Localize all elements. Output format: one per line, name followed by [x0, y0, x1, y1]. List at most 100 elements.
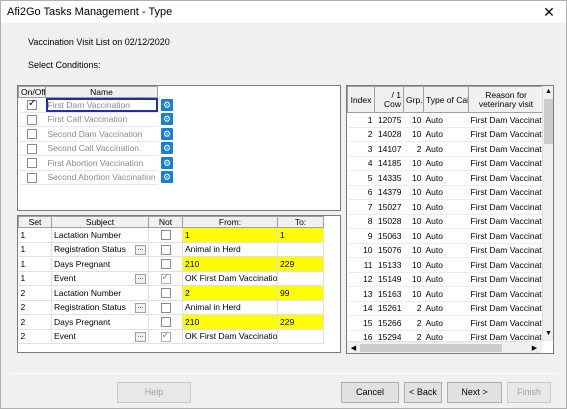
condition-checkbox[interactable]: [27, 129, 37, 140]
help-button[interactable]: Help: [117, 382, 191, 403]
to-value[interactable]: [277, 329, 324, 344]
not-checkbox[interactable]: [160, 230, 171, 241]
cancel-button[interactable]: Cancel: [341, 382, 399, 403]
table-row[interactable]: 15152662AutoFirst Dam Vaccination: [347, 315, 544, 331]
visit-cow: 15261: [374, 301, 404, 316]
from-value[interactable]: 210: [182, 314, 278, 330]
header-to: To:: [277, 216, 324, 228]
from-value[interactable]: OK First Dam Vaccination: [182, 271, 278, 286]
header-subject: Subject: [51, 216, 149, 228]
subject-row[interactable]: 1 Registration Status... Animal in Herd: [18, 242, 324, 257]
ellipsis-button[interactable]: ...: [135, 331, 146, 342]
table-row[interactable]: 61437910AutoFirst Dam Vaccination: [347, 185, 544, 200]
table-row[interactable]: 41418510AutoFirst Dam Vaccination: [347, 156, 544, 171]
scroll-thumb[interactable]: [544, 99, 553, 144]
subject-row[interactable]: 1Event... OK First Dam Vaccination: [18, 271, 324, 286]
condition-checkbox[interactable]: [27, 158, 37, 169]
table-row[interactable]: 21402810AutoFirst Dam Vaccination: [347, 127, 544, 142]
subject-name: Event: [54, 330, 76, 341]
to-value[interactable]: 229: [277, 256, 324, 272]
to-value[interactable]: [277, 271, 324, 286]
table-row[interactable]: 81502810AutoFirst Dam Vaccination: [347, 214, 544, 229]
header-type-of-call: Type of Call: [423, 86, 469, 113]
scroll-down-icon[interactable]: ▼: [543, 330, 553, 337]
ellipsis-button[interactable]: ...: [135, 273, 146, 284]
not-checkbox[interactable]: [160, 244, 171, 255]
vertical-scrollbar[interactable]: ▲ ▼: [542, 86, 553, 341]
subject-row[interactable]: 2 Registration Status... Animal in Herd: [18, 300, 324, 315]
table-row[interactable]: 3141072AutoFirst Dam Vaccination: [347, 141, 544, 157]
visit-index: 7: [347, 199, 375, 215]
finish-button[interactable]: Finish: [507, 382, 551, 403]
not-checkbox[interactable]: [160, 330, 171, 342]
table-row[interactable]: 101507610AutoFirst Dam Vaccination: [347, 243, 544, 258]
condition-checkbox[interactable]: [27, 98, 37, 111]
to-value[interactable]: 99: [277, 285, 324, 301]
table-row[interactable]: 131516310AutoFirst Dam Vaccination: [347, 286, 544, 302]
not-checkbox[interactable]: [160, 317, 171, 328]
gear-icon[interactable]: ⚙: [161, 98, 173, 111]
condition-checkbox[interactable]: [27, 143, 37, 154]
subject-row[interactable]: 2 Days Pregnant 210 229: [18, 314, 324, 330]
h-scroll-thumb[interactable]: [360, 344, 502, 352]
subject-row[interactable]: 2Event... OK First Dam Vaccination: [18, 329, 324, 344]
to-value[interactable]: [277, 242, 324, 257]
condition-row[interactable]: First Calf Vaccination ⚙: [18, 112, 177, 127]
not-checkbox[interactable]: [160, 288, 171, 299]
table-row[interactable]: 121514910AutoFirst Dam Vaccination: [347, 272, 544, 287]
table-row[interactable]: 91506310AutoFirst Dam Vaccination: [347, 228, 544, 244]
from-value[interactable]: 2: [182, 285, 278, 301]
header-grp: Grp.: [403, 86, 424, 113]
subject-row[interactable]: 1 Lactation Number 1 1: [18, 227, 324, 243]
scroll-up-icon[interactable]: ▲: [543, 88, 553, 95]
scroll-left-icon[interactable]: ◀: [348, 344, 359, 352]
gear-icon[interactable]: ⚙: [161, 156, 173, 169]
to-value[interactable]: [277, 300, 324, 315]
to-value[interactable]: 1: [277, 227, 324, 243]
visit-reason: First Dam Vaccination: [468, 141, 544, 157]
subject-row[interactable]: 2 Lactation Number 2 99: [18, 285, 324, 301]
table-row[interactable]: 11207510AutoFirst Dam Vaccination: [347, 112, 544, 128]
scroll-right-icon[interactable]: ▶: [529, 344, 540, 352]
condition-row[interactable]: Second Abortion Vaccination ⚙: [18, 170, 177, 185]
condition-checkbox[interactable]: [27, 172, 37, 183]
visit-grp: 10: [403, 170, 424, 186]
gear-icon[interactable]: ⚙: [161, 171, 173, 184]
condition-row[interactable]: Second Dam Vaccination ⚙: [18, 126, 177, 142]
visit-index: 14: [347, 301, 375, 316]
condition-checkbox[interactable]: [27, 114, 37, 125]
visit-grp: 10: [403, 286, 424, 302]
from-value[interactable]: 210: [182, 256, 278, 272]
close-icon[interactable]: ✕: [536, 2, 562, 22]
table-row[interactable]: 14152612AutoFirst Dam Vaccination: [347, 301, 544, 316]
not-checkbox[interactable]: [160, 272, 171, 284]
next-button[interactable]: Next >: [447, 382, 502, 403]
table-row[interactable]: 51433510AutoFirst Dam Vaccination: [347, 170, 544, 186]
from-value[interactable]: OK First Dam Vaccination: [182, 329, 278, 344]
visit-list-table: Index / 1 Cow Grp. Type of Call Reason fo…: [346, 85, 554, 354]
from-value[interactable]: 1: [182, 227, 278, 243]
subject-set: 1: [18, 227, 52, 243]
subject-row[interactable]: 1 Days Pregnant 210 229: [18, 256, 324, 272]
table-row[interactable]: 71502710AutoFirst Dam Vaccination: [347, 199, 544, 215]
condition-row[interactable]: First Dam Vaccination⚙: [18, 97, 177, 113]
subject-set: 2: [18, 329, 52, 344]
to-value[interactable]: 229: [277, 314, 324, 330]
ellipsis-button[interactable]: ...: [135, 302, 146, 313]
from-value[interactable]: Animal in Herd: [182, 300, 278, 315]
horizontal-scrollbar[interactable]: ◀ ▶: [347, 341, 542, 353]
ellipsis-button[interactable]: ...: [135, 244, 146, 255]
visit-reason: First Dam Vaccination: [468, 127, 544, 142]
gear-icon[interactable]: ⚙: [161, 113, 173, 126]
gear-icon[interactable]: ⚙: [161, 127, 173, 140]
from-value[interactable]: Animal in Herd: [182, 242, 278, 257]
gear-icon[interactable]: ⚙: [161, 142, 173, 155]
table-row[interactable]: 111513310AutoFirst Dam Vaccination: [347, 257, 544, 273]
visit-index: 6: [347, 185, 375, 200]
subject-name: Registration Status: [54, 243, 126, 254]
not-checkbox[interactable]: [160, 302, 171, 313]
condition-row[interactable]: Second Call Vaccination ⚙: [18, 141, 177, 156]
back-button[interactable]: < Back: [404, 382, 442, 403]
not-checkbox[interactable]: [160, 259, 171, 270]
condition-row[interactable]: First Abortion Vaccination ⚙: [18, 155, 177, 171]
